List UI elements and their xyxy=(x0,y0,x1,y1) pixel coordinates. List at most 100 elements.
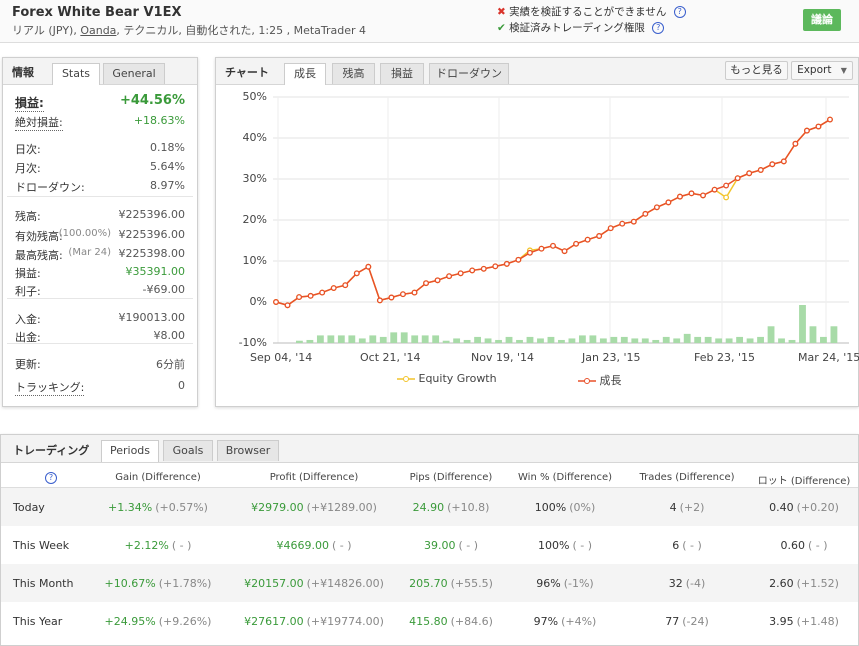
data-point[interactable] xyxy=(515,256,522,263)
column-header[interactable]: Profit (Difference) xyxy=(249,472,379,483)
data-point[interactable] xyxy=(584,236,591,243)
data-point[interactable] xyxy=(734,175,741,182)
tab-general[interactable]: General xyxy=(103,63,165,84)
data-point[interactable] xyxy=(711,186,718,193)
stat-value: 0 xyxy=(178,379,185,392)
x-tick-label: Oct 21, '14 xyxy=(360,351,421,364)
tab-stats[interactable]: Stats xyxy=(52,63,100,85)
data-point[interactable] xyxy=(423,280,429,287)
data-point[interactable] xyxy=(665,199,672,206)
legend-growth[interactable]: 成長 xyxy=(578,372,622,388)
volume-bar xyxy=(641,338,649,343)
stat-value: 5.64% xyxy=(150,160,185,173)
cell-value: 77 xyxy=(665,615,680,628)
data-point[interactable] xyxy=(815,123,822,130)
volume-bar xyxy=(673,338,681,343)
column-header[interactable]: Win % (Difference) xyxy=(500,472,630,483)
trading-panel-header: トレーディング Periods Goals Browser xyxy=(1,435,858,463)
data-point[interactable] xyxy=(700,192,706,199)
cell-difference: (+1.52) xyxy=(796,577,839,590)
cell-value: 2.60 xyxy=(769,577,794,590)
stat-label[interactable]: トラッキング: xyxy=(15,379,85,396)
data-point[interactable] xyxy=(688,190,695,197)
data-point[interactable] xyxy=(365,263,372,270)
help-icon[interactable]: ? xyxy=(45,472,57,484)
data-point[interactable] xyxy=(434,277,441,284)
tab-periods[interactable]: Periods xyxy=(101,440,159,462)
column-header[interactable]: Gain (Difference) xyxy=(93,472,223,483)
data-point[interactable] xyxy=(446,273,453,280)
data-point[interactable] xyxy=(307,292,314,299)
volume-bar xyxy=(411,335,419,343)
data-point[interactable] xyxy=(803,127,810,134)
help-icon[interactable]: ? xyxy=(652,22,665,34)
help-icon[interactable]: ? xyxy=(673,6,686,18)
data-point[interactable] xyxy=(746,170,753,177)
data-point[interactable] xyxy=(342,282,349,289)
data-point[interactable] xyxy=(353,270,360,277)
cell-value: +24.95% xyxy=(104,615,156,628)
data-point[interactable] xyxy=(561,248,568,255)
volume-bar xyxy=(379,336,387,343)
data-point[interactable] xyxy=(400,291,406,298)
system-title: Forex White Bear V1EX xyxy=(12,5,182,20)
data-point[interactable] xyxy=(330,285,337,292)
broker-link[interactable]: Oanda xyxy=(80,24,116,37)
data-point[interactable] xyxy=(723,194,730,201)
data-point[interactable] xyxy=(411,289,418,296)
data-point[interactable] xyxy=(284,302,291,309)
data-point[interactable] xyxy=(573,240,580,247)
data-point[interactable] xyxy=(469,267,476,274)
column-header[interactable]: Pips (Difference) xyxy=(386,472,516,483)
x-tick-label: Sep 04, '14 xyxy=(250,351,313,364)
verified-flag: ✔ 検証済みトレーディング権限 ? xyxy=(497,20,665,35)
data-point[interactable] xyxy=(653,204,660,211)
data-point[interactable] xyxy=(492,263,499,270)
data-point[interactable] xyxy=(642,210,649,217)
data-point[interactable] xyxy=(273,299,279,305)
data-point[interactable] xyxy=(319,289,326,296)
data-point[interactable] xyxy=(780,158,787,165)
data-point[interactable] xyxy=(550,242,556,249)
data-point[interactable] xyxy=(296,294,303,301)
data-point[interactable] xyxy=(538,245,545,252)
column-header[interactable]: Trades (Difference) xyxy=(622,472,752,483)
data-point[interactable] xyxy=(607,225,614,232)
data-point[interactable] xyxy=(596,233,603,239)
data-point[interactable] xyxy=(376,297,383,304)
legend-equity[interactable]: Equity Growth xyxy=(397,372,497,385)
table-cell: 3.95 (+1.48) xyxy=(729,615,859,628)
column-header[interactable]: ロット (Difference) xyxy=(739,472,859,487)
cell-difference: (+2) xyxy=(679,501,705,514)
stat-row: 日次: 0.18% xyxy=(15,141,185,158)
divider xyxy=(7,298,193,299)
volume-bar xyxy=(631,338,639,343)
unverified-flag: ✖ 実績を検証することができません ? xyxy=(497,4,686,19)
tab-goals[interactable]: Goals xyxy=(163,440,213,461)
x-tick-label: Nov 19, '14 xyxy=(471,351,534,364)
data-point[interactable] xyxy=(619,220,626,227)
data-point[interactable] xyxy=(388,294,395,301)
data-point[interactable] xyxy=(827,116,833,123)
volume-bar xyxy=(453,338,461,343)
stat-row: 損益: +44.56% xyxy=(15,93,185,112)
data-point[interactable] xyxy=(480,265,487,272)
data-point[interactable] xyxy=(503,260,510,267)
data-point[interactable] xyxy=(526,249,533,256)
data-point[interactable] xyxy=(457,270,464,277)
discuss-button[interactable]: 議論 xyxy=(803,9,841,31)
volume-bar xyxy=(474,336,481,343)
volume-bar xyxy=(746,338,754,343)
cell-value: 39.00 xyxy=(423,539,456,552)
data-point[interactable] xyxy=(792,140,799,147)
volume-bar xyxy=(725,338,733,343)
stat-row: 絶対損益: +18.63% xyxy=(15,114,185,131)
data-point[interactable] xyxy=(723,182,730,189)
data-point[interactable] xyxy=(677,193,683,200)
table-row: This Month +10.67% (+1.78%) ¥20157.00 (+¥148… xyxy=(1,564,858,602)
data-point[interactable] xyxy=(769,161,776,168)
data-point[interactable] xyxy=(757,167,764,173)
trading-panel-title: トレーディング xyxy=(13,444,90,457)
data-point[interactable] xyxy=(630,218,637,225)
tab-browser[interactable]: Browser xyxy=(217,440,279,461)
